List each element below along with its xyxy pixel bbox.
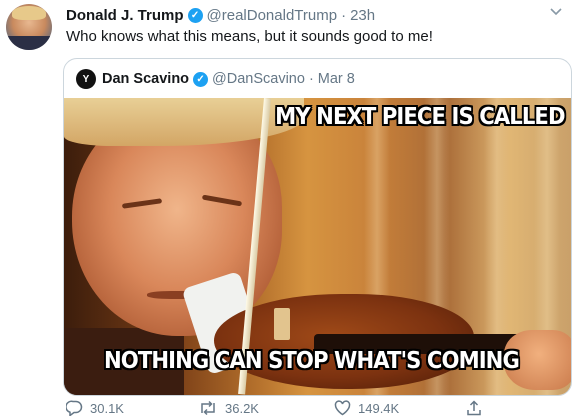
verified-badge-icon: ✓ (187, 7, 203, 23)
header-separator: · (341, 6, 347, 24)
meme-top-caption: MY NEXT PIECE IS CALLED (275, 104, 566, 130)
like-count: 149.4K (358, 400, 400, 416)
share-icon (467, 400, 481, 416)
meme-image[interactable]: MY NEXT PIECE IS CALLED NOTHING CAN STOP… (64, 98, 571, 395)
quoted-header-separator: · (308, 71, 314, 87)
author-handle[interactable]: @realDonaldTrump (207, 7, 338, 24)
reply-icon (66, 400, 83, 416)
quoted-author-handle[interactable]: @DanScavino (212, 71, 305, 87)
chevron-down-icon[interactable] (548, 5, 564, 19)
retweet-icon (201, 400, 215, 416)
avatar-hair (12, 6, 46, 20)
tweet-text: Who knows what this means, but it sounds… (66, 28, 433, 45)
violin-bridge (274, 308, 290, 340)
quoted-author-name[interactable]: Dan Scavino (102, 71, 189, 87)
reply-button[interactable]: 30.1K (66, 400, 124, 416)
quoted-author-avatar[interactable]: Y (76, 69, 96, 89)
retweet-button[interactable]: 36.2K (198, 400, 259, 416)
tweet-actions: 30.1K 36.2K 149.4K (66, 400, 566, 418)
meme-bottom-caption: NOTHING CAN STOP WHAT'S COMING (104, 348, 520, 374)
author-name[interactable]: Donald J. Trump (66, 7, 184, 24)
quoted-tweet-date: Mar 8 (317, 71, 355, 87)
avatar-suit (6, 36, 52, 50)
heart-icon (334, 400, 351, 416)
quoted-tweet-card[interactable]: Y Dan Scavino ✓ @DanScavino · Mar 8 MY N… (63, 58, 572, 396)
share-button[interactable] (466, 400, 489, 416)
reply-count: 30.1K (90, 400, 124, 416)
quoted-tweet-header: Y Dan Scavino ✓ @DanScavino · Mar 8 (76, 69, 355, 89)
retweet-count: 36.2K (225, 400, 259, 416)
author-avatar[interactable] (6, 4, 52, 50)
tweet-timestamp[interactable]: 23h (350, 7, 375, 24)
verified-badge-icon: ✓ (193, 71, 209, 87)
right-eye (201, 194, 243, 207)
left-eye (121, 198, 163, 209)
like-button[interactable]: 149.4K (334, 400, 399, 416)
tweet-header: Donald J. Trump ✓ @realDonaldTrump · 23h (66, 5, 375, 25)
